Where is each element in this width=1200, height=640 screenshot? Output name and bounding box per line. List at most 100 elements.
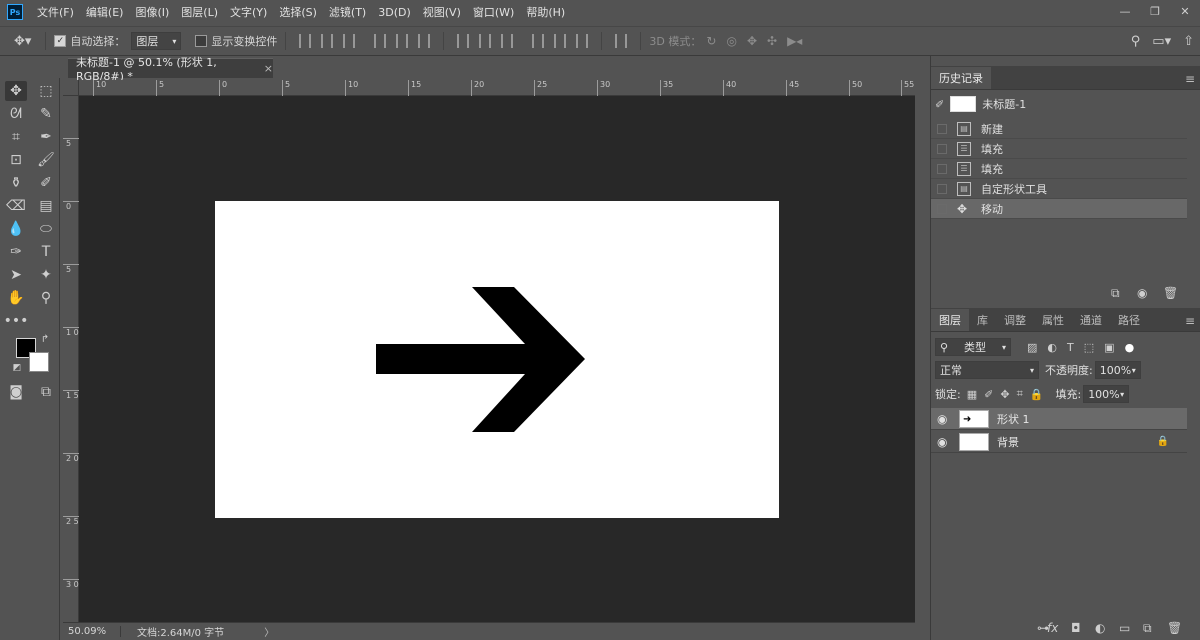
menu-window[interactable]: 窗口(W): [473, 4, 514, 20]
lock-position-icon[interactable]: ✥: [1000, 388, 1009, 401]
dodge-tool-icon[interactable]: ⬭: [35, 219, 57, 239]
adjustment-layer-icon[interactable]: ◐: [1095, 621, 1105, 635]
distribute-top-icon[interactable]: [457, 34, 470, 48]
fx-icon[interactable]: fx: [1047, 621, 1058, 635]
lasso-tool-icon[interactable]: ᘛ: [5, 104, 27, 124]
healing-brush-icon[interactable]: ⊡: [5, 150, 27, 170]
align-bottom-icon[interactable]: [343, 34, 356, 48]
distribute-vcenter-icon[interactable]: [479, 34, 492, 48]
distribute-right-icon[interactable]: [576, 34, 589, 48]
menu-type[interactable]: 文字(Y): [230, 4, 267, 20]
menu-edit[interactable]: 编辑(E): [86, 4, 124, 20]
type-tool-icon[interactable]: T: [35, 242, 57, 262]
clone-stamp-icon[interactable]: ⚱: [5, 173, 27, 193]
eyedropper-tool-icon[interactable]: ✒: [35, 127, 57, 147]
history-brush-icon[interactable]: ✐: [35, 173, 57, 193]
trash-icon[interactable]: 🗑: [1167, 621, 1182, 635]
history-source-checkbox[interactable]: [937, 203, 947, 214]
layer-row-background[interactable]: ◉ 背景 🔒: [931, 431, 1187, 453]
lock-artboard-icon[interactable]: ⌗: [1017, 387, 1023, 401]
workspace-icon[interactable]: ▭▾: [1152, 34, 1171, 49]
document-canvas[interactable]: [215, 201, 779, 518]
menu-3d[interactable]: 3D(D): [378, 6, 411, 19]
blend-mode-dropdown[interactable]: 正常 ▾: [935, 361, 1039, 379]
lock-transparency-icon[interactable]: ▦: [967, 388, 977, 401]
eraser-tool-icon[interactable]: ⌫: [5, 196, 27, 216]
layer-row-shape-1[interactable]: ◉ ➜ 形状 1: [931, 408, 1187, 430]
vertical-ruler[interactable]: 5 0 5 1 0 1 5 2 0 2 5 3 0: [63, 96, 79, 622]
close-button[interactable]: ✕: [1170, 0, 1200, 22]
filter-type-icon[interactable]: T: [1067, 341, 1074, 354]
tab-history[interactable]: 历史记录: [931, 67, 991, 89]
show-transform-checkbox[interactable]: [195, 35, 208, 47]
eye-icon[interactable]: ◉: [937, 435, 951, 449]
layer-filter-dropdown[interactable]: ⚲ 类型 ▾: [935, 338, 1011, 356]
lock-pixels-icon[interactable]: ✐: [984, 388, 993, 401]
align-vcenter-icon[interactable]: [321, 34, 334, 48]
close-icon[interactable]: ×: [264, 62, 273, 75]
minimize-button[interactable]: —: [1110, 0, 1140, 22]
more-tools-icon[interactable]: •••: [4, 311, 29, 331]
custom-shape-icon[interactable]: ✦: [35, 265, 57, 285]
panel-menu-icon[interactable]: ≡: [1185, 72, 1195, 86]
background-color-swatch[interactable]: [29, 352, 49, 372]
align-top-icon[interactable]: [299, 34, 312, 48]
lock-all-icon[interactable]: 🔒: [1030, 388, 1044, 401]
new-document-from-state-icon[interactable]: ⧉: [1111, 286, 1120, 301]
default-colors-icon[interactable]: ◩: [10, 362, 24, 374]
filter-adjustment-icon[interactable]: ◐: [1047, 341, 1057, 354]
history-source-checkbox[interactable]: [937, 143, 947, 154]
menu-file[interactable]: 文件(F): [37, 4, 74, 20]
history-source-checkbox[interactable]: [937, 183, 947, 194]
share-icon[interactable]: ⇧: [1183, 34, 1194, 49]
align-right-icon[interactable]: [418, 34, 431, 48]
pen-tool-icon[interactable]: ✑: [5, 242, 27, 262]
tab-layers[interactable]: 图层: [931, 309, 969, 331]
vertical-scrollbar[interactable]: [915, 80, 929, 622]
history-item[interactable]: ☰ 填充: [931, 159, 1187, 179]
quick-mask-icon[interactable]: ◙: [5, 382, 27, 402]
distribute-bottom-icon[interactable]: [501, 34, 514, 48]
distribute-left-icon[interactable]: [532, 34, 545, 48]
history-item-selected[interactable]: ✥ 移动: [931, 199, 1187, 219]
menu-view[interactable]: 视图(V): [423, 4, 461, 20]
marquee-tool-icon[interactable]: ⬚: [35, 81, 57, 101]
tab-channels[interactable]: 通道: [1072, 309, 1110, 331]
menu-image[interactable]: 图像(I): [135, 4, 169, 20]
quick-select-tool-icon[interactable]: ✎: [35, 104, 57, 124]
history-snapshot[interactable]: ✐ 未标题-1: [931, 94, 1187, 114]
screen-mode-icon[interactable]: ⧉: [35, 382, 57, 402]
search-icon[interactable]: ⚲: [1131, 34, 1141, 49]
path-select-icon[interactable]: ➤: [5, 265, 27, 285]
move-tool-preset-icon[interactable]: ✥▾: [14, 34, 31, 49]
restore-button[interactable]: ❐: [1140, 0, 1170, 22]
filter-smart-object-icon[interactable]: ▣: [1104, 341, 1114, 354]
menu-help[interactable]: 帮助(H): [526, 4, 565, 20]
menu-select[interactable]: 选择(S): [279, 4, 317, 20]
zoom-tool-icon[interactable]: ⚲: [35, 288, 57, 308]
crop-tool-icon[interactable]: ⌗: [5, 127, 27, 147]
status-menu-arrow[interactable]: 〉: [264, 624, 274, 639]
arrow-shape[interactable]: [215, 201, 779, 518]
tab-libraries[interactable]: 库: [969, 309, 996, 331]
opacity-input[interactable]: 100% ▾: [1094, 361, 1141, 379]
tab-properties[interactable]: 属性: [1034, 309, 1072, 331]
panel-menu-icon[interactable]: ≡: [1185, 314, 1195, 328]
history-item[interactable]: ☰ 填充: [931, 139, 1187, 159]
new-layer-icon[interactable]: ⧉: [1143, 621, 1152, 636]
trash-icon[interactable]: 🗑: [1163, 286, 1178, 300]
tab-adjustments[interactable]: 调整: [996, 309, 1034, 331]
swap-colors-icon[interactable]: ↱: [38, 333, 52, 345]
filter-pixel-icon[interactable]: ▨: [1027, 341, 1037, 354]
tab-paths[interactable]: 路径: [1110, 309, 1148, 331]
filter-shape-icon[interactable]: ⬚: [1084, 341, 1094, 354]
ruler-origin[interactable]: [63, 80, 79, 96]
auto-select-checkbox[interactable]: ✓: [54, 35, 67, 47]
lock-icon[interactable]: 🔒: [1157, 436, 1169, 447]
camera-icon[interactable]: ◉: [1137, 286, 1147, 300]
menu-filter[interactable]: 滤镜(T): [329, 4, 366, 20]
menu-layer[interactable]: 图层(L): [181, 4, 218, 20]
history-source-checkbox[interactable]: [937, 163, 947, 174]
auto-select-dropdown[interactable]: 图层 ▾: [131, 32, 182, 50]
align-hcenter-icon[interactable]: [396, 34, 409, 48]
